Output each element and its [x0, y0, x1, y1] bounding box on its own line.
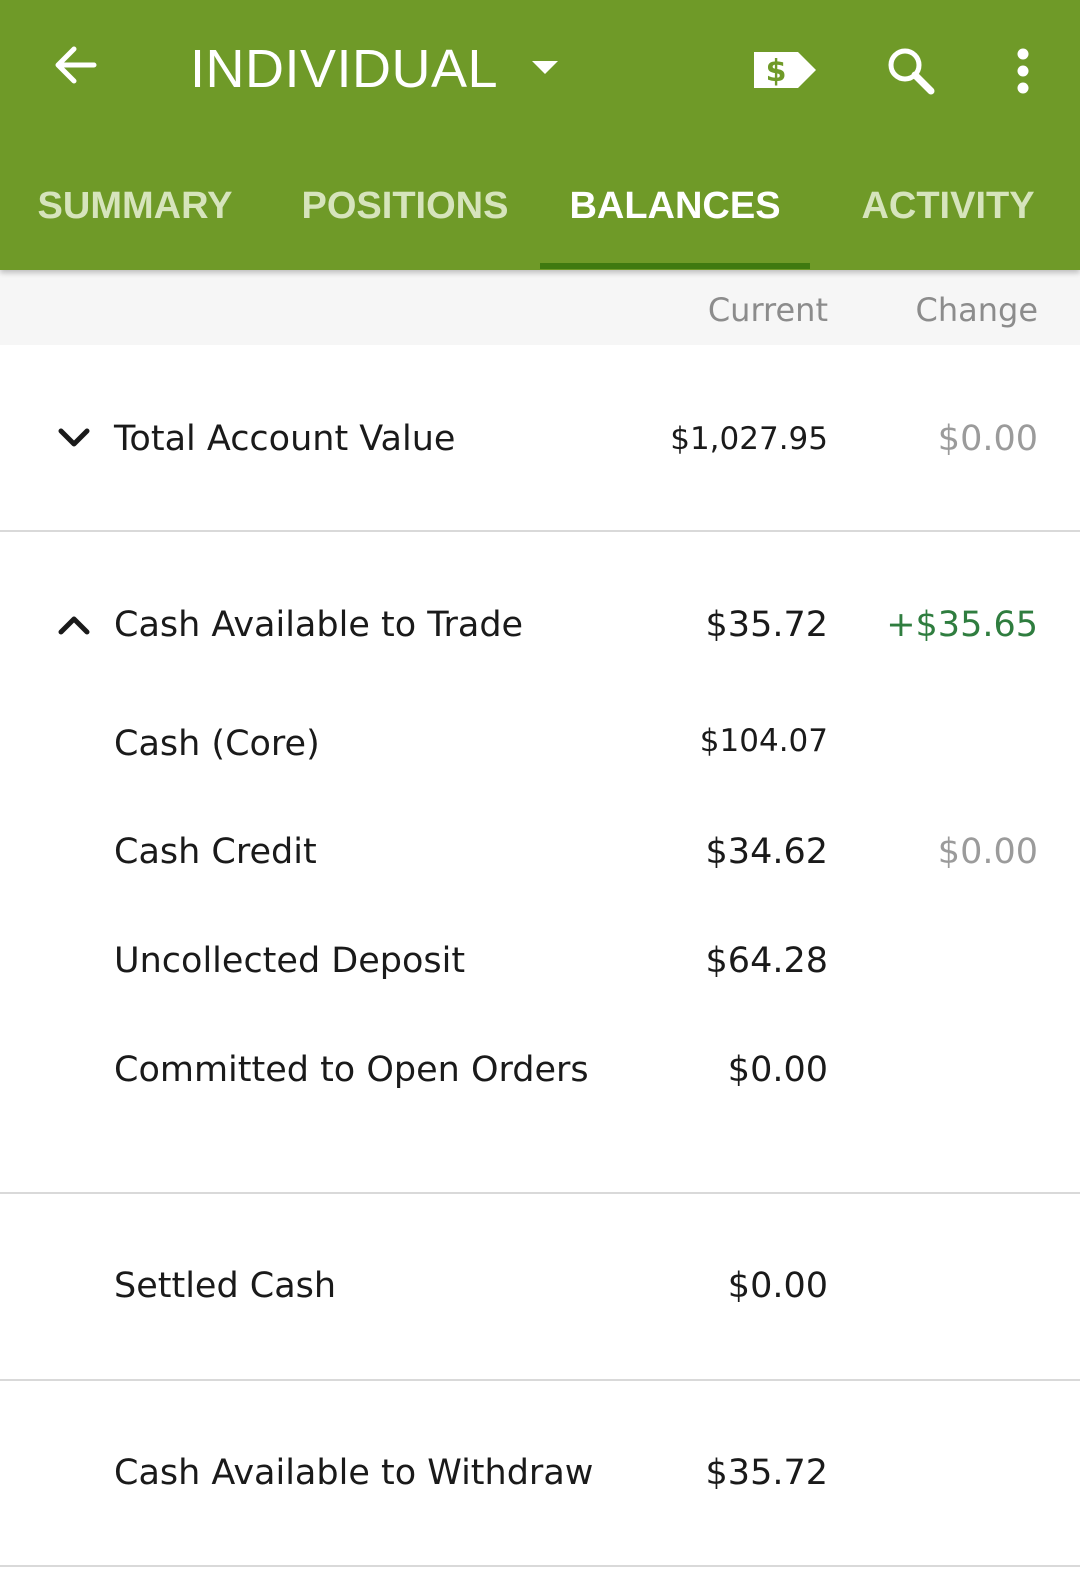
more-vertical-icon — [1017, 48, 1029, 94]
cash-available-to-trade-change: +$35.65 — [886, 605, 1038, 645]
section-divider — [0, 1565, 1080, 1567]
cash-available-to-withdraw-label: Cash Available to Withdraw — [114, 1453, 594, 1493]
settled-cash-current: $0.00 — [727, 1266, 828, 1306]
tab-balances[interactable]: BALANCES — [540, 176, 810, 270]
more-options-button[interactable] — [995, 36, 1051, 106]
cash-available-to-trade-label: Cash Available to Trade — [114, 605, 524, 645]
section-divider — [0, 530, 1080, 532]
cash-credit-label: Cash Credit — [114, 832, 317, 872]
app-header: INDIVIDUAL $ SUMMARY POSITIONS BALANCES … — [0, 0, 1080, 270]
active-tab-indicator — [540, 263, 810, 269]
committed-to-open-orders-current: $0.00 — [727, 1050, 828, 1090]
section-divider — [0, 1379, 1080, 1381]
caret-down-icon — [532, 61, 558, 74]
cash-available-to-withdraw-current: $35.72 — [705, 1453, 828, 1493]
section-divider — [0, 1192, 1080, 1194]
tab-activity[interactable]: ACTIVITY — [838, 176, 1058, 270]
tab-positions[interactable]: POSITIONS — [290, 176, 520, 270]
dollar-transfer-icon: $ — [754, 52, 816, 89]
uncollected-deposit-current: $64.28 — [705, 941, 828, 981]
cash-available-to-trade-current: $35.72 — [705, 605, 828, 645]
transfer-button[interactable]: $ — [745, 40, 825, 100]
cash-credit-current: $34.62 — [705, 832, 828, 872]
arrow-left-icon — [55, 46, 97, 84]
committed-to-open-orders-label: Committed to Open Orders — [114, 1050, 589, 1090]
chevron-up-icon[interactable] — [52, 603, 96, 647]
svg-text:$: $ — [766, 54, 787, 89]
total-account-value-current: $1,027.95 — [670, 421, 828, 457]
uncollected-deposit-label: Uncollected Deposit — [114, 941, 466, 981]
cash-core-label: Cash (Core) — [114, 724, 320, 764]
back-button[interactable] — [40, 30, 110, 100]
search-button[interactable] — [876, 36, 946, 106]
search-icon — [888, 48, 935, 95]
account-dropdown-button[interactable] — [520, 48, 570, 88]
column-header-current: Current — [707, 291, 828, 329]
cash-credit-change: $0.00 — [937, 832, 1038, 872]
total-account-value-label: Total Account Value — [114, 419, 456, 459]
tab-summary[interactable]: SUMMARY — [30, 176, 240, 270]
cash-core-current: $104.07 — [699, 723, 828, 759]
chevron-down-icon[interactable] — [52, 416, 96, 460]
settled-cash-label: Settled Cash — [114, 1266, 337, 1306]
total-account-value-change: $0.00 — [937, 419, 1038, 459]
account-title[interactable]: INDIVIDUAL — [190, 34, 498, 104]
column-header-change: Change — [915, 291, 1038, 329]
